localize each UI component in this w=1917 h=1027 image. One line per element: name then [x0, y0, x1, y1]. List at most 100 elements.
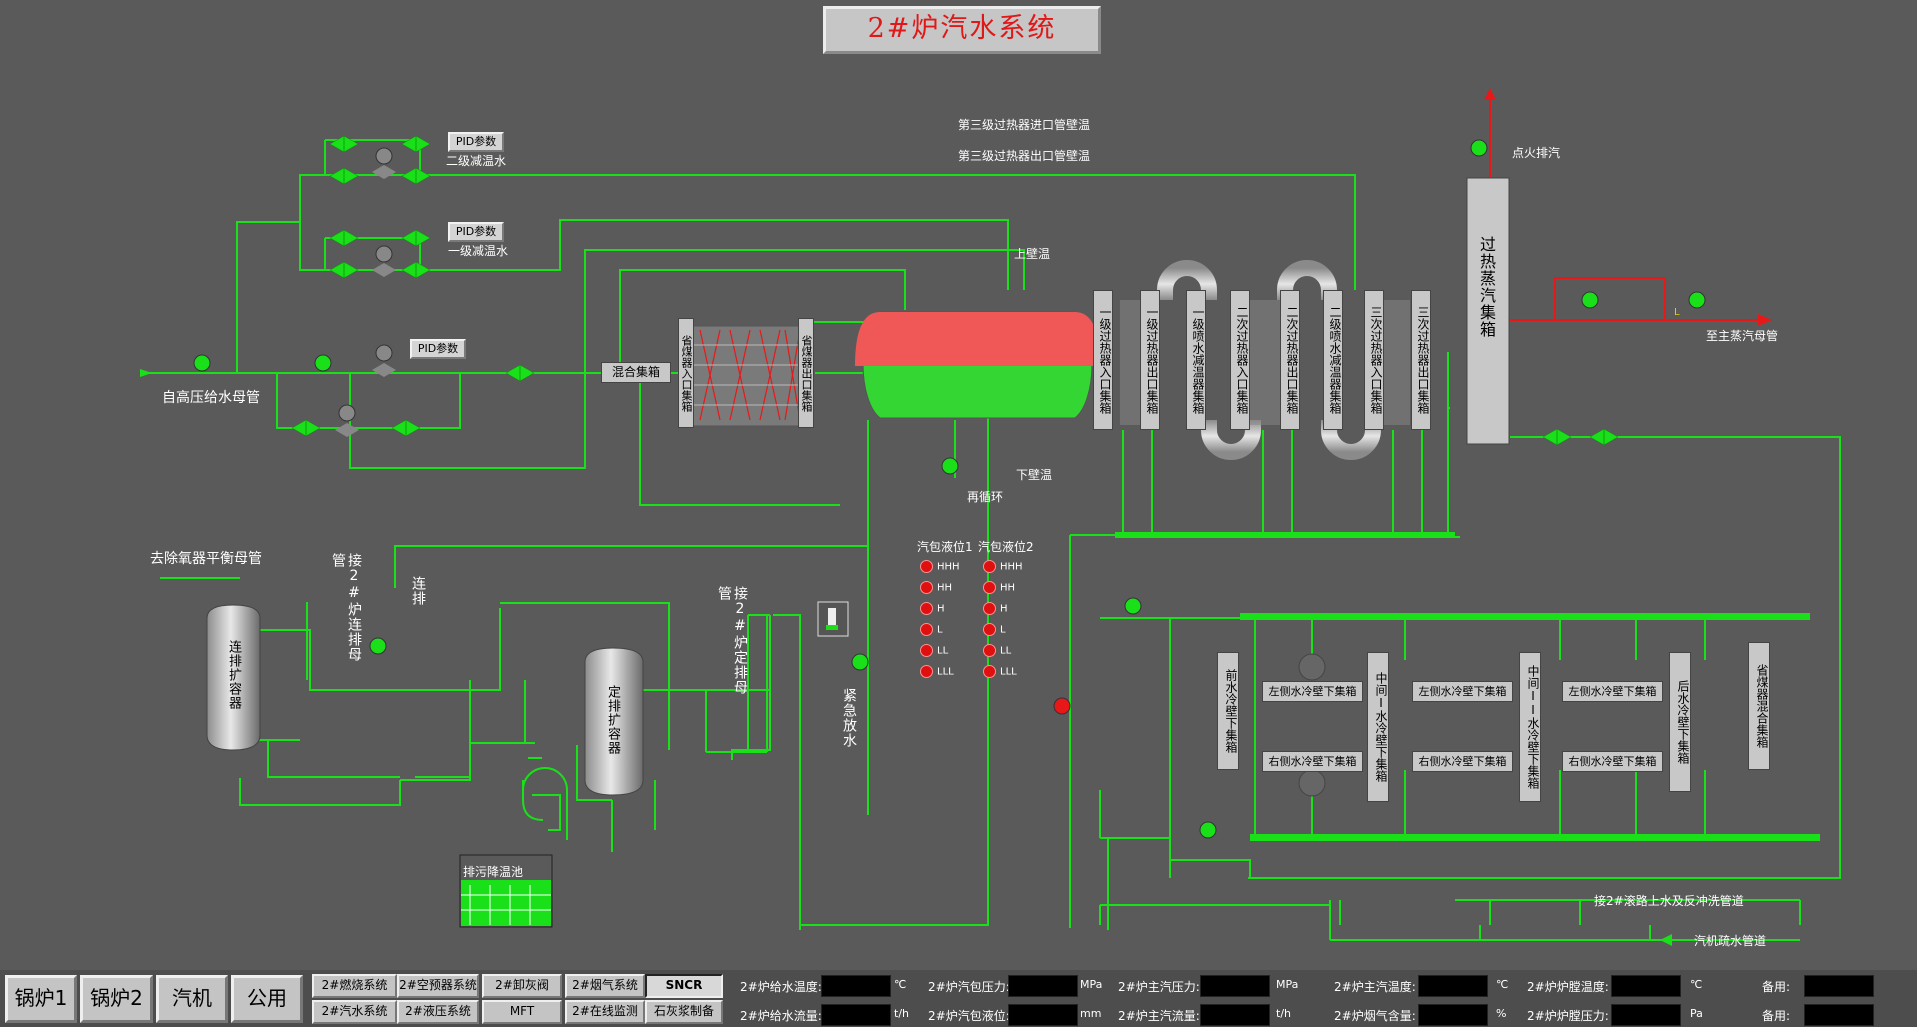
label-roller-water: 接2#滚路上水及反冲洗管道 [1594, 894, 1744, 908]
subnav-air-preheater[interactable]: 2#空预器系统 [397, 974, 479, 998]
sh-header-7: 三次过热器入口集箱 [1364, 290, 1384, 430]
right-waterwall-header-1: 右侧水冷壁下集箱 [1262, 751, 1363, 772]
label-deaerator: 去除氧器平衡母管 [150, 551, 262, 567]
subnav-combustion[interactable]: 2#燃烧系统 [312, 974, 397, 998]
readout-label: 2#炉烟气含量: [1334, 1009, 1416, 1023]
alarm-hhh-2: HHH [983, 560, 1023, 581]
pid-button-feed[interactable]: PID参数 [410, 339, 466, 359]
alarm-lll-2: LLL [983, 665, 1023, 686]
waterwall-top-rail [1240, 613, 1810, 620]
pid-button-stage2[interactable]: PID参数 [448, 132, 504, 152]
drum-level1-alarms: HHH HH H L LL LLL [920, 560, 960, 686]
nav-boiler1[interactable]: 锅炉1 [5, 975, 77, 1023]
left-waterwall-header-2: 左侧水冷壁下集箱 [1412, 681, 1513, 702]
sh-header-6: 二级喷水减温器集箱 [1323, 290, 1343, 430]
readout-value [1008, 975, 1078, 997]
label-stage3-outlet-temp: 第三级过热器出口管壁温 [958, 149, 1091, 163]
readout-value [1200, 1004, 1270, 1026]
label-stage3-inlet-temp: 第三级过热器进口管壁温 [958, 118, 1091, 132]
subnav-lime-slurry[interactable]: 石灰浆制备 [645, 1000, 723, 1024]
readout-value [1611, 1004, 1681, 1026]
nav-turbine[interactable]: 汽机 [156, 975, 228, 1023]
readout-value [1804, 1004, 1874, 1026]
economizer-inlet-header: 省煤器入口集箱 [678, 318, 694, 428]
subnav-hydraulic[interactable]: 2#液压系统 [397, 1000, 479, 1024]
readout-value [1611, 975, 1681, 997]
label-cooling-pool: 排污降温池 [463, 865, 524, 879]
readout-unit: % [1496, 1007, 1507, 1020]
label-ignition-vent: 点火排汽 [1512, 146, 1561, 160]
label-cont-blowdown: 连排 [410, 576, 426, 606]
middle2-waterwall-header: 中间II水冷壁下集箱 [1519, 652, 1541, 802]
sh-header-5: 二次过热器出口集箱 [1280, 290, 1300, 430]
alarm-hh-2: HH [983, 581, 1023, 602]
pid-button-stage1[interactable]: PID参数 [448, 222, 504, 242]
superheater-drain-rail [1115, 532, 1455, 538]
readout-unit: Pa [1690, 1007, 1703, 1020]
label-main-steam: 至主蒸汽母管 [1706, 329, 1779, 343]
readout-unit: mm [1080, 1007, 1102, 1020]
alarm-lll-1: LLL [920, 665, 960, 686]
label-turbine-drain: 汽机疏水管道 [1694, 934, 1767, 948]
label-stage1-desuperheat: 一级减温水 [448, 244, 509, 258]
subnav-online-monitor[interactable]: 2#在线监测 [565, 1000, 645, 1024]
readout-label: 备用: [1762, 1009, 1791, 1023]
label-upper-wall-temp: 上壁温 [1014, 247, 1051, 261]
rear-waterwall-header: 后水冷壁下集箱 [1669, 652, 1691, 792]
subnav-ash-valve[interactable]: 2#卸灰阀 [482, 974, 562, 998]
readout-unit: t/h [1276, 1007, 1291, 1020]
label-cont-blowdown-header: 接2#炉连排母管 [330, 553, 362, 662]
readout-label: 2#炉主汽温度: [1334, 980, 1416, 994]
superheated-header: 过热蒸汽集箱 [1477, 236, 1496, 338]
label-marker-l: L [1674, 307, 1680, 318]
alarm-ll-2: LL [983, 644, 1023, 665]
subnav-mft[interactable]: MFT [482, 1000, 562, 1024]
readout-value [1200, 975, 1270, 997]
label-drum-level2: 汽包液位2 [978, 540, 1034, 554]
readout-label: 2#炉汽包压力: [928, 980, 1010, 994]
blowdown-vessels [206, 604, 644, 840]
mixing-header: 混合集箱 [601, 362, 671, 383]
label-cont-blowdown-vessel: 连排扩容器 [226, 640, 241, 710]
label-periodic-blowdown-vessel: 定排扩容器 [605, 685, 620, 755]
readout-unit: MPa [1276, 978, 1299, 991]
sh-header-3: 一级喷水减温器集箱 [1186, 290, 1206, 430]
readout-label: 2#炉炉膛压力: [1527, 1009, 1609, 1023]
right-waterwall-header-3: 右侧水冷壁下集箱 [1562, 751, 1663, 772]
readout-label: 2#炉汽包液位: [928, 1009, 1010, 1023]
readout-label: 2#炉给水流量: [740, 1009, 822, 1023]
subnav-sncr[interactable]: SNCR [645, 974, 723, 998]
nav-boiler2[interactable]: 锅炉2 [80, 975, 153, 1023]
subnav-flue-gas[interactable]: 2#烟气系统 [565, 974, 645, 998]
label-lower-wall-temp: 下壁温 [1016, 468, 1053, 482]
alarm-hh-1: HH [920, 581, 960, 602]
nav-public[interactable]: 公用 [231, 975, 303, 1023]
readout-label: 2#炉给水温度: [740, 980, 822, 994]
sh-header-8: 三次过热器出口集箱 [1411, 290, 1431, 430]
readout-value [1418, 975, 1488, 997]
alarm-l-1: L [920, 623, 960, 644]
right-waterwall-header-2: 右侧水冷壁下集箱 [1412, 751, 1513, 772]
readout-value [821, 1004, 891, 1026]
readout-label: 2#炉主汽流量: [1118, 1009, 1200, 1023]
readout-unit: MPa [1080, 978, 1103, 991]
label-feedwater-source: 自高压给水母管 [162, 390, 260, 406]
econ-mix-header: 省煤器混合集箱 [1748, 642, 1770, 770]
label-drum-level1: 汽包液位1 [917, 540, 973, 554]
alarm-l-2: L [983, 623, 1023, 644]
label-emergency-drain: 紧急放水 [841, 688, 857, 748]
alarm-h-2: H [983, 602, 1023, 623]
sh-header-2: 一级过热器出口集箱 [1140, 290, 1160, 430]
readout-unit: ℃ [1690, 978, 1703, 991]
label-recirculation: 再循环 [967, 490, 1004, 504]
readout-value [1008, 1004, 1078, 1026]
economizer [689, 325, 806, 427]
drum-level2-alarms: HHH HH H L LL LLL [983, 560, 1023, 686]
alarm-h-1: H [920, 602, 960, 623]
alarm-hhh-1: HHH [920, 560, 960, 581]
middle1-waterwall-header: 中间I水冷壁下集箱 [1367, 652, 1389, 802]
waterwall-bottom-rail [1250, 834, 1820, 841]
subnav-steam-water[interactable]: 2#汽水系统 [312, 1000, 397, 1024]
readout-label: 2#炉主汽压力: [1118, 980, 1200, 994]
sh-header-1: 一级过热器入口集箱 [1093, 290, 1113, 430]
